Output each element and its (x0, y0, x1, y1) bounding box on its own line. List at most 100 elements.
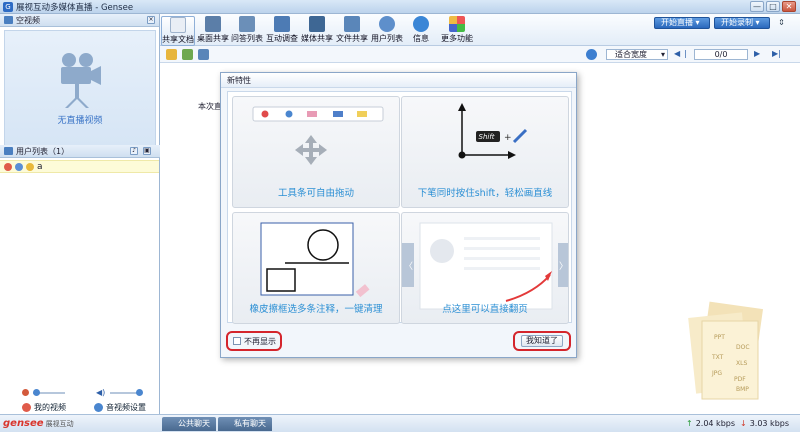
app-logo-icon: G (3, 1, 13, 12)
mic-volume-knob[interactable] (33, 389, 40, 396)
tool-label: 共享文档 (162, 35, 194, 44)
main-toolbar: 共享文档 桌面共享 问答列表 互动调查 媒体共享 文件共享 用户列表 信息 更多… (160, 14, 800, 46)
info-icon (413, 16, 429, 32)
new-features-dialog: 新特性 工具条可自由拖动 Shift + 下笔同时按住shift，轻松画直线 橡… (220, 72, 577, 358)
private-chat-tab[interactable]: 私有聊天 (218, 417, 272, 431)
brand-name: gensee (3, 418, 44, 429)
card-caption: 点这里可以直接翻页 (442, 304, 528, 315)
minimize-button[interactable]: — (750, 1, 764, 12)
av-settings-label: 音视频设置 (106, 403, 146, 412)
download-arrow-icon: ↓ (740, 419, 747, 428)
card-caption: 下笔同时按住shift，轻松画直线 (417, 188, 553, 199)
dialog-body: 工具条可自由拖动 Shift + 下笔同时按住shift，轻松画直线 橡皮擦框选… (227, 91, 572, 324)
userlist-header: 用户列表（1） ♪ ▣ (0, 145, 160, 158)
title-bar: G 展视互动多媒体直播 - Gensee — □ ✕ (0, 0, 800, 14)
media-icon (309, 16, 325, 32)
add-document-icon[interactable] (182, 49, 193, 60)
file-type-label: XLS (736, 360, 747, 367)
feature-card-toolbar-drag: 工具条可自由拖动 (232, 96, 400, 208)
tool-info[interactable]: 信息 (411, 16, 431, 44)
start-record-button[interactable]: 开始录制 ▾ (714, 17, 770, 29)
whiteboard-icon[interactable] (198, 49, 209, 60)
tool-file-share[interactable]: 文件共享 (336, 16, 368, 44)
page-nav-separator-icon: | (684, 49, 687, 58)
tool-qa-list[interactable]: 问答列表 (231, 16, 263, 44)
close-button[interactable]: ✕ (782, 1, 796, 12)
zoom-value: 适合宽度 (615, 50, 647, 59)
dont-show-again-option[interactable]: 不再显示 (226, 331, 282, 351)
chevron-down-icon: ▾ (660, 50, 665, 59)
prev-page-icon[interactable]: ◀ (674, 49, 680, 58)
my-video-button[interactable]: 我的视频 (22, 402, 66, 413)
last-page-icon[interactable]: ▶| (772, 49, 781, 58)
public-chat-tab[interactable]: 公共聊天 (162, 417, 216, 431)
toolbar-collapse-icon[interactable]: ⇕ (776, 17, 787, 28)
card-caption: 工具条可自由拖动 (277, 188, 354, 199)
brand-subtitle: 展视互动 (45, 420, 74, 428)
got-it-button[interactable]: 我知道了 (521, 335, 563, 347)
speaker-icon: ◀) (96, 388, 106, 397)
zoom-select[interactable]: 适合宽度 ▾ (606, 49, 668, 60)
documents-stack-icon: PPT DOC TXT XLS JPG PDF BMP (688, 301, 764, 400)
file-type-label: TXT (711, 354, 724, 361)
tool-more[interactable]: 更多功能 (441, 16, 473, 44)
file-type-label: JPG (711, 370, 722, 377)
maximize-button[interactable]: □ (766, 1, 780, 12)
speaker-volume-knob[interactable] (136, 389, 143, 396)
user-video-icon (15, 162, 23, 171)
my-video-icon (22, 403, 31, 412)
tool-label: 互动调查 (266, 34, 298, 43)
tool-media-share[interactable]: 媒体共享 (301, 16, 333, 44)
document-text-snippet: 本次直 (198, 102, 222, 111)
file-type-label: PDF (734, 376, 746, 383)
feature-card-eraser: 橡皮擦框选多条注释，一键清理 (232, 212, 400, 324)
video-preview: 无直播视频 (4, 30, 156, 147)
tool-label: 信息 (413, 34, 429, 43)
camera-toggle-icon[interactable]: ▣ (143, 147, 151, 155)
tool-label: 问答列表 (231, 34, 263, 43)
upload-speed-value: 2.04 kbps (695, 419, 736, 428)
feature-card-shift-line: Shift + 下笔同时按住shift，轻松画直线 (401, 96, 569, 208)
dialog-footer: 不再显示 我知道了 (221, 326, 576, 358)
dont-show-checkbox[interactable] (233, 337, 241, 345)
plus-sign: + (504, 133, 512, 143)
feature-card-page-turn: 〈 〉 点这里可以直接翻页 (401, 212, 569, 324)
shift-key-label: Shift (479, 133, 495, 141)
tool-user-list[interactable]: 用户列表 (371, 16, 403, 44)
panel-close-icon[interactable]: × (147, 16, 155, 24)
start-live-button[interactable]: 开始直播 ▾ (654, 17, 710, 29)
tool-share-document[interactable]: 共享文档 (161, 16, 195, 46)
gensee-brand-logo: gensee 展视互动 (3, 418, 74, 429)
card-caption: 橡皮擦框选多条注释，一键清理 (249, 304, 383, 315)
user-list-item[interactable]: a (0, 160, 159, 173)
video-panel-title: 空视频 (16, 15, 40, 25)
zoom-in-icon[interactable] (586, 49, 597, 60)
open-folder-icon[interactable] (166, 49, 177, 60)
svg-text:〈: 〈 (404, 261, 413, 272)
speaker-volume-slider[interactable] (110, 389, 143, 396)
ok-button-highlight: 我知道了 (513, 331, 571, 351)
tool-survey[interactable]: 互动调查 (266, 16, 298, 44)
video-panel-header: 空视频 × (0, 14, 159, 27)
desktop-icon (205, 16, 221, 32)
next-page-icon[interactable]: ▶ (754, 49, 760, 58)
userlist-title: 用户列表（1） (16, 146, 70, 156)
mic-toggle-icon[interactable]: ♪ (130, 147, 138, 155)
tool-label: 桌面共享 (197, 34, 229, 43)
user-name: a (37, 161, 43, 172)
upload-arrow-icon: ↑ (686, 419, 693, 428)
no-live-video-label: 无直播视频 (57, 116, 103, 126)
survey-icon (274, 16, 290, 32)
mic-volume-slider[interactable] (33, 389, 65, 396)
file-type-label: BMP (736, 386, 749, 393)
upload-speed: ↑ 2.04 kbps (686, 419, 735, 428)
tool-desktop-share[interactable]: 桌面共享 (197, 16, 229, 44)
window-title: 展视互动多媒体直播 - Gensee (16, 2, 134, 13)
my-video-label: 我的视频 (34, 403, 66, 412)
file-type-label: PPT (714, 334, 725, 341)
user-status-icon (4, 162, 12, 171)
av-settings-button[interactable]: 音视频设置 (94, 402, 146, 413)
public-chat-label: 公共聊天 (178, 419, 210, 428)
document-toolbar: 适合宽度 ▾ ◀ | 0/0 ▶ ▶| (160, 46, 800, 63)
page-number-field[interactable]: 0/0 (694, 49, 748, 60)
